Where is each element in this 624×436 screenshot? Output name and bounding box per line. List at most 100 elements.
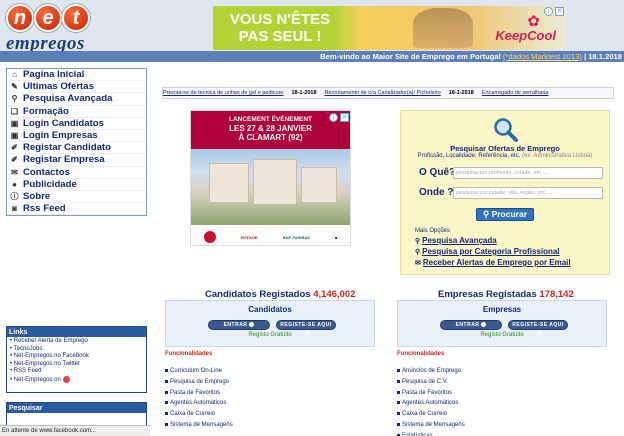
links-item[interactable]: • Net-Empregos no Twitter [10,361,143,369]
ad2-line3: À CLAMART (92) [238,133,303,142]
search-icon: ⚲ [415,249,421,256]
magnifier-icon [494,118,518,142]
sidebar-item[interactable]: ▣ Login Empresas [7,130,146,143]
ad2-building [209,163,249,203]
sidebar-item-label: Login Candidatos [23,117,105,129]
ad2-logos: EIFFAGE BNP PARIBAS ■ [191,227,350,245]
feature-label: Caixa de Correio [170,411,216,418]
empresas-heading: Empresas Registadas 178,142 [438,289,574,300]
sidebar-item-label: Ultimas Ofertas [23,81,94,93]
links-item[interactable]: • TecnoJobs [10,346,143,354]
sidebar-item[interactable]: ⚲ Pesquisa Avançada [7,93,146,106]
feature-item: Pasta de Favoritos [165,388,233,399]
page: n e t empregos VOUS N'ÊTES PAS SEUL ! ✿ … [0,0,624,436]
site-logo[interactable]: n e t [6,4,96,34]
sidebar-item-label: Contactos [23,166,70,178]
ad2-line2: LES 27 & 28 JANVIER [229,124,312,133]
sidebar-item[interactable]: ❏ Formação [7,106,146,118]
feature-label: Sistema de Mensagens [402,421,465,428]
empresas-register-button[interactable]: REGISTE-SE AQUI [508,320,568,336]
sidebar-item[interactable]: ✐ Registar Empresa [7,154,146,167]
search-subtitle: Profissão, Localidade, Referência, etc. … [401,153,609,159]
empresas-heading-text: Empresas Registadas [438,289,537,300]
search-example: (ex: Administrativa Lisboa) [522,153,593,159]
sidebar-item-label: Login Empresas [23,130,98,142]
search-panel: Pesquisar Ofertas de Emprego Profissão, … [400,110,610,275]
lock-icon: ▣ [10,131,19,141]
empresas-free: Registo Gratuito [480,332,524,338]
links-item-label: RSS Feed [13,368,42,374]
sidebar-item[interactable]: ▣ Login Candidatos [7,118,146,130]
search-icon: ⚲ [11,94,18,104]
arrow-icon [249,322,255,328]
empresas-func-title: Funcionalidades [397,351,445,357]
latest-jobs-ticker: Precisa-se de tecnica de unhas de gel e … [162,87,614,99]
feature-item: Pesquisa de Emprego [165,377,233,388]
advanced-search-link[interactable]: ⚲ Pesquisa Avançada [415,236,497,245]
middle-banner-ad[interactable]: LANCEMENT ÉVÉNEMENT LES 27 & 28 JANVIER … [190,110,351,246]
search-button[interactable]: ⚲ Procurar [476,208,534,221]
links-item[interactable]: • Net-Empregos no Facebook [10,353,143,361]
feature-label: Agentes Automáticos [170,400,227,407]
search-button-icon: ⚲ [482,209,492,219]
links-item[interactable]: • Receber Alerta de Emprego [10,338,143,346]
search-icon: ⚲ [415,238,421,245]
feature-item: Caixa de Correio [397,409,465,420]
sidebar-item[interactable]: ⌂ Pagina Inicial [7,69,146,82]
marktest-note[interactable]: (*dados Marktest 2013) [503,52,582,61]
candidatos-register-button[interactable]: REGISTE-SE AQUI [276,320,336,336]
bullet-icon [397,379,400,383]
ad-close-icon[interactable]: ✕ [555,7,564,16]
top-banner-ad[interactable]: VOUS N'ÊTES PAS SEUL ! ✿ KeepCool i ✕ [213,6,566,50]
ad2-logo-red-icon [203,231,216,243]
candidatos-enter-button[interactable]: ENTRAR [208,320,270,330]
ad2-line1: LANCEMENT ÉVÉNEMENT [228,116,313,123]
sidebar-item[interactable]: ✎ Ultimas Ofertas [7,81,146,94]
where-input[interactable]: pesquisa por cidade, vila, região, etc. … [453,187,603,199]
ticker-link[interactable]: Recrutamento de o/a Canalizador(a)/ Pich… [325,90,441,96]
feature-label: Caixa de Correio [402,411,448,418]
ad2-logo-eiffage: EIFFAGE [240,234,258,240]
candidatos-heading-text: Candidatos Registados [205,289,311,300]
ticker-link[interactable]: Encarregado de serralharia [482,90,549,96]
links-item[interactable]: • Net-Empregos on [10,375,143,385]
candidatos-panel: Candidatos ENTRAR REGISTE-SE AQUI Regist… [165,300,375,347]
pesquisar-box-title: Pesquisar [7,403,146,413]
sidebar-item[interactable]: ✉ Contactos [7,167,146,179]
edit-icon: ✐ [11,155,18,165]
category-search-link[interactable]: ⚲ Pesquisa por Categoria Profissional [415,247,560,256]
what-input[interactable]: pesquisa por profissão, cidade, etc. ... [453,167,603,179]
ticker-link[interactable]: Precisa-se de tecnica de unhas de gel e … [163,90,283,96]
sidebar-item[interactable]: ⓘ Sobre [7,191,146,204]
ad-image [413,8,473,48]
google-plus-icon[interactable] [62,375,70,383]
category-search-label: Pesquisa por Categoria Profissional [422,247,560,256]
ad2-logo-dark: ■ [335,234,338,240]
links-item-label: Net-Empregos no Twitter [13,360,81,367]
feature-label: Anúncios de Emprego [402,368,462,374]
ad-info-icon[interactable]: i [544,7,553,16]
search-button-label: Procurar [491,209,528,219]
sidebar-item[interactable]: ● Publicidade [7,179,146,191]
info-icon: ⓘ [10,191,19,201]
empresas-enter-button[interactable]: ENTRAR [440,320,502,330]
ad2-close-icon[interactable]: ✕ [340,113,349,122]
feature-item: Pasta de Favoritos [397,388,465,399]
arrow-icon [481,322,487,328]
empresas-register-label: REGISTE-SE AQUI [512,322,564,328]
feature-label: Pesquisa de Emprego [170,378,230,385]
ad2-building [253,159,297,205]
ad2-info-icon[interactable]: i [329,113,338,122]
empresas-enter-label: ENTRAR [455,322,480,328]
sidebar-item[interactable]: ✐ Registar Candidato [7,142,146,155]
email-alerts-link[interactable]: ✉ Receber Alertas de Emprego por Email [415,258,571,267]
feature-item: Pesquisa de C.V. [397,377,465,388]
bullet-icon [397,401,400,405]
sidebar-item[interactable]: ◙ Rss Feed [7,203,146,216]
links-item[interactable]: • RSS Feed [10,368,143,376]
ad-headline-line1: VOUS N'ÊTES [229,11,331,28]
bullet-icon [397,390,400,394]
feature-item: Caixa de Correio [165,409,233,420]
feature-item: Estatísticas [397,431,465,436]
candidatos-panel-title: Candidatos [248,305,292,314]
